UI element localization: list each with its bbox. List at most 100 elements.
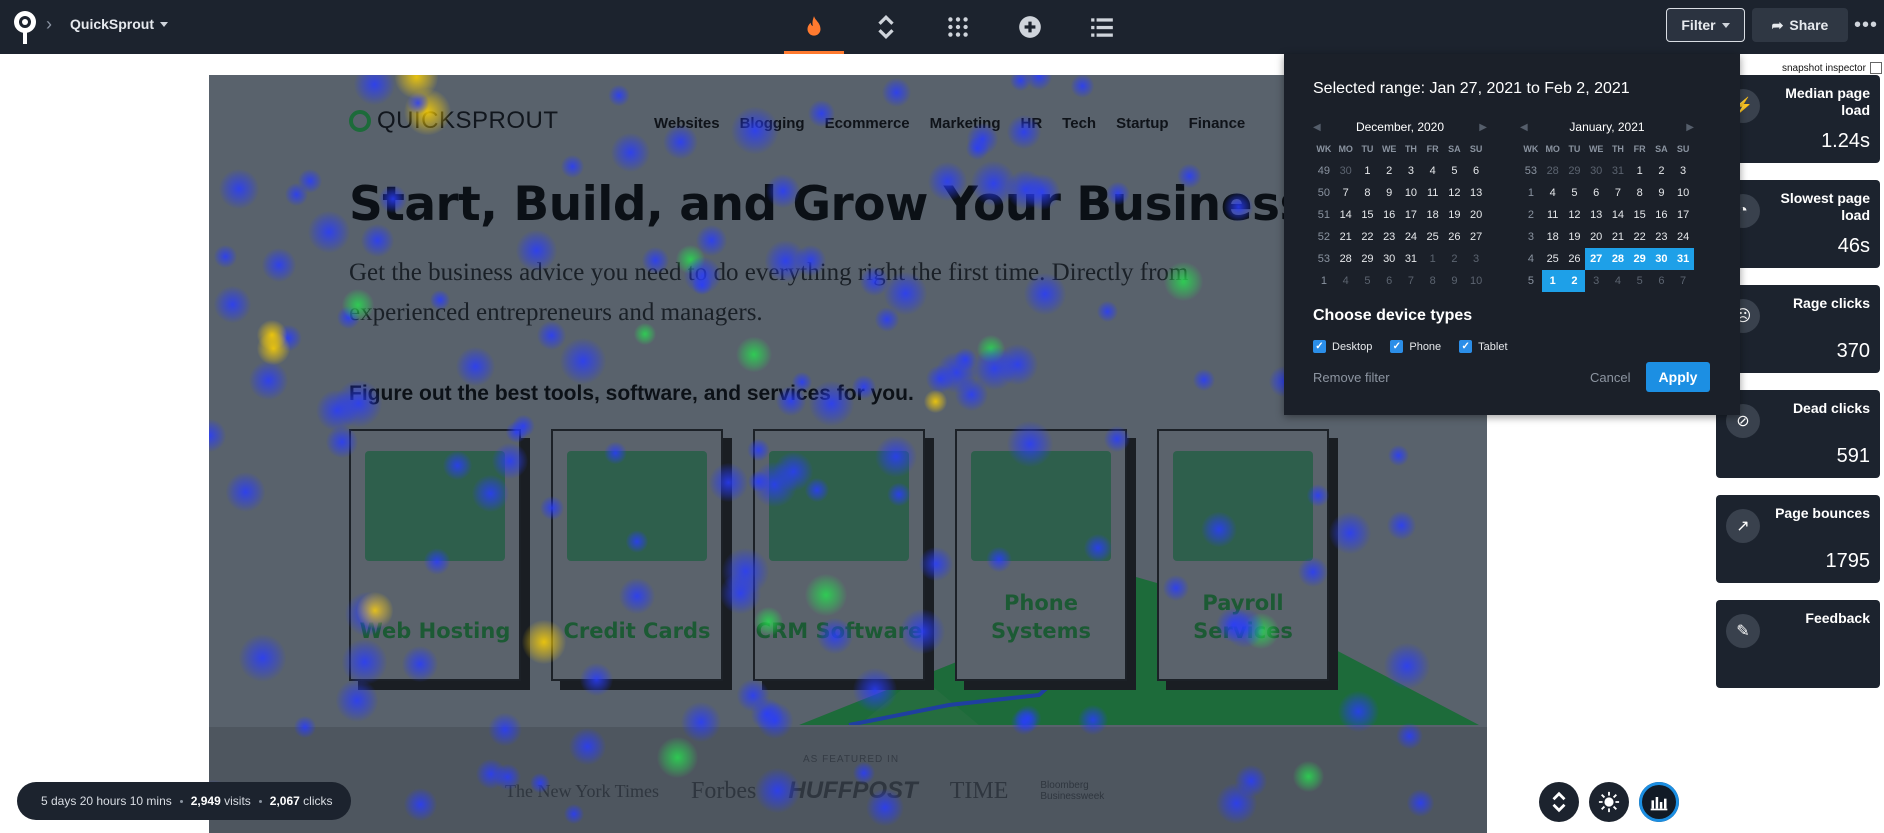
metric-slowest-page-load[interactable]: ◔ Slowest page load 46s — [1716, 180, 1880, 268]
calendar-day[interactable]: 10 — [1672, 182, 1694, 204]
calendar-day[interactable]: 26 — [1444, 226, 1466, 248]
calendar-day[interactable]: 21 — [1607, 226, 1629, 248]
calendar-day[interactable]: 11 — [1422, 182, 1444, 204]
calendar-day[interactable]: 4 — [1542, 182, 1564, 204]
calendar-day[interactable]: 19 — [1564, 226, 1586, 248]
add-tool[interactable] — [994, 0, 1066, 54]
calendar-day[interactable]: 24 — [1672, 226, 1694, 248]
calendar-day[interactable]: 7 — [1400, 270, 1422, 292]
calendar-day[interactable]: 8 — [1422, 270, 1444, 292]
scroll-tool[interactable] — [850, 0, 922, 54]
stats-toggle-button[interactable] — [1639, 782, 1679, 822]
remove-filter-link[interactable]: Remove filter — [1313, 370, 1390, 385]
calendar-day[interactable]: 22 — [1629, 226, 1651, 248]
calendar-day[interactable]: 9 — [1651, 182, 1673, 204]
calendar-day[interactable]: 20 — [1585, 226, 1607, 248]
calendar-day[interactable]: 23 — [1378, 226, 1400, 248]
scroll-view-button[interactable] — [1539, 782, 1579, 822]
project-selector[interactable]: QuickSprout — [70, 16, 169, 32]
calendar-day[interactable]: 6 — [1465, 160, 1487, 182]
calendar-day[interactable]: 30 — [1335, 160, 1357, 182]
calendar-day[interactable]: 18 — [1542, 226, 1564, 248]
calendar-day[interactable]: 17 — [1400, 204, 1422, 226]
prev-month-icon[interactable]: ◀ — [1520, 122, 1528, 133]
calendar-day[interactable]: 23 — [1651, 226, 1673, 248]
calendar-day[interactable]: 24 — [1400, 226, 1422, 248]
calendar-day[interactable]: 19 — [1444, 204, 1466, 226]
card-payroll-services[interactable]: Payroll Services — [1157, 429, 1329, 681]
calendar-day[interactable]: 3 — [1585, 270, 1607, 292]
calendar-day[interactable]: 9 — [1378, 182, 1400, 204]
calendar-day[interactable]: 17 — [1672, 204, 1694, 226]
calendar-day[interactable]: 27 — [1585, 248, 1608, 270]
calendar-day[interactable]: 5 — [1357, 270, 1379, 292]
calendar-day[interactable]: 1 — [1357, 160, 1379, 182]
calendar-day[interactable]: 6 — [1378, 270, 1400, 292]
calendar-day[interactable]: 25 — [1422, 226, 1444, 248]
card-web-hosting[interactable]: Web Hosting — [349, 429, 521, 681]
apply-button[interactable]: Apply — [1646, 362, 1710, 392]
calendar-day[interactable]: 5 — [1564, 182, 1586, 204]
calendar-day[interactable]: 12 — [1564, 204, 1586, 226]
calendar-day[interactable]: 29 — [1564, 160, 1586, 182]
calendar-day[interactable]: 28 — [1335, 248, 1357, 270]
calendar-day[interactable]: 27 — [1465, 226, 1487, 248]
calendar-day[interactable]: 15 — [1357, 204, 1379, 226]
calendar-day[interactable]: 5 — [1629, 270, 1651, 292]
filter-button[interactable]: Filter — [1666, 8, 1745, 42]
calendar-day[interactable]: 21 — [1335, 226, 1357, 248]
list-tool[interactable] — [1066, 0, 1138, 54]
checkmark-icon[interactable]: ✓ — [1390, 340, 1404, 353]
calendar-day[interactable]: 10 — [1465, 270, 1487, 292]
phone-checkbox[interactable]: ✓ Phone — [1390, 340, 1441, 353]
calendar-day[interactable]: 28 — [1542, 160, 1564, 182]
desktop-checkbox[interactable]: ✓ Desktop — [1313, 340, 1372, 353]
calendar-day[interactable]: 31 — [1672, 248, 1694, 270]
snapshot-inspector-toggle[interactable]: snapshot inspector — [1780, 62, 1884, 74]
calendar-day[interactable]: 6 — [1585, 182, 1607, 204]
calendar-day[interactable]: 29 — [1628, 248, 1651, 270]
card-phone-systems[interactable]: Phone Systems — [955, 429, 1127, 681]
calendar-day[interactable]: 12 — [1444, 182, 1466, 204]
next-month-icon[interactable]: ▶ — [1479, 122, 1487, 133]
app-logo-icon[interactable] — [12, 8, 38, 46]
calendar-day[interactable]: 11 — [1542, 204, 1564, 226]
tablet-checkbox[interactable]: ✓ Tablet — [1459, 340, 1508, 353]
metric-feedback[interactable]: ✎ Feedback — [1716, 600, 1880, 688]
calendar-day[interactable]: 10 — [1400, 182, 1422, 204]
metric-dead-clicks[interactable]: ⊘ Dead clicks 591 — [1716, 390, 1880, 478]
calendar-day[interactable]: 14 — [1335, 204, 1357, 226]
brightness-button[interactable] — [1589, 782, 1629, 822]
calendar-day[interactable]: 14 — [1607, 204, 1629, 226]
calendar-day[interactable]: 28 — [1607, 248, 1629, 270]
calendar-day[interactable]: 7 — [1672, 270, 1694, 292]
next-month-icon[interactable]: ▶ — [1686, 122, 1694, 133]
calendar-day[interactable]: 4 — [1422, 160, 1444, 182]
calendar-day[interactable]: 8 — [1357, 182, 1379, 204]
calendar-day[interactable]: 31 — [1607, 160, 1629, 182]
calendar-day[interactable]: 9 — [1444, 270, 1466, 292]
calendar-day[interactable]: 2 — [1563, 270, 1586, 292]
calendar-day[interactable]: 1 — [1541, 270, 1564, 292]
more-options-icon[interactable]: ••• — [1854, 14, 1878, 37]
calendar-day[interactable]: 4 — [1335, 270, 1357, 292]
grid-tool[interactable] — [922, 0, 994, 54]
calendar-day[interactable]: 15 — [1629, 204, 1651, 226]
calendar-day[interactable]: 20 — [1465, 204, 1487, 226]
calendar-day[interactable]: 30 — [1650, 248, 1673, 270]
calendar-day[interactable]: 16 — [1651, 204, 1673, 226]
calendar-day[interactable]: 30 — [1378, 248, 1400, 270]
calendar-day[interactable]: 8 — [1629, 182, 1651, 204]
calendar-day[interactable]: 4 — [1607, 270, 1629, 292]
checkmark-icon[interactable]: ✓ — [1459, 340, 1473, 353]
calendar-day[interactable]: 2 — [1651, 160, 1673, 182]
checkmark-icon[interactable]: ✓ — [1313, 340, 1326, 353]
calendar-day[interactable]: 6 — [1651, 270, 1673, 292]
calendar-day[interactable]: 2 — [1378, 160, 1400, 182]
card-crm-software[interactable]: CRM Software — [753, 429, 925, 681]
calendar-day[interactable]: 25 — [1542, 248, 1564, 270]
share-button[interactable]: ➦ Share — [1752, 8, 1848, 42]
calendar-day[interactable]: 13 — [1585, 204, 1607, 226]
calendar-day[interactable]: 2 — [1444, 248, 1466, 270]
calendar-day[interactable]: 31 — [1400, 248, 1422, 270]
